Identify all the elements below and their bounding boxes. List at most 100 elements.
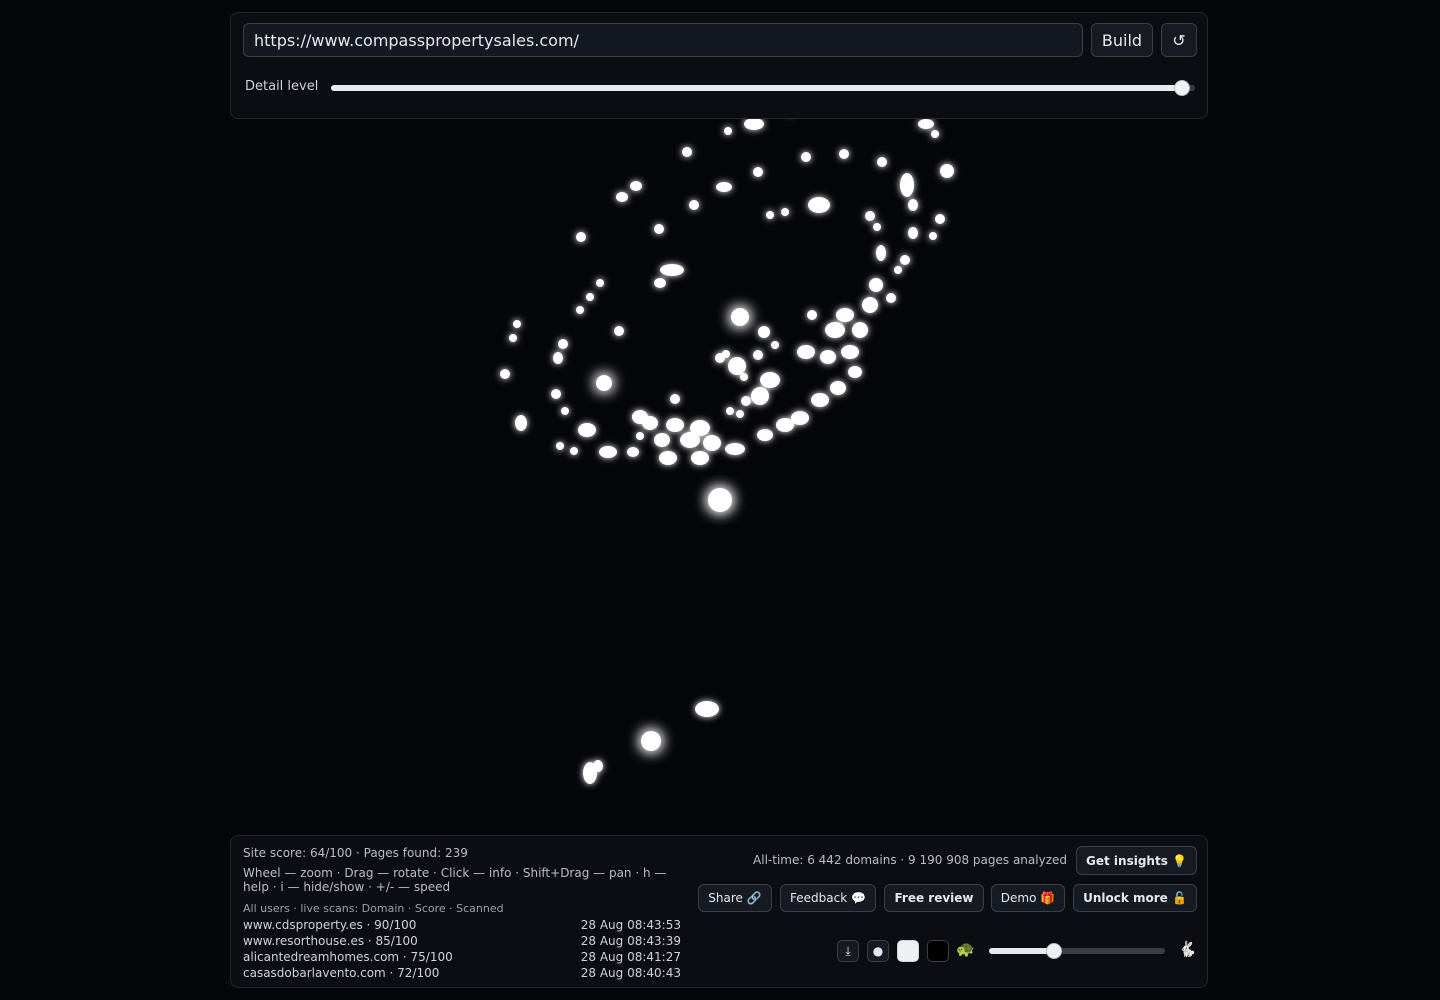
- graph-node[interactable]: [627, 447, 639, 457]
- dot-mode-icon[interactable]: ●: [867, 940, 889, 962]
- free-review-button[interactable]: Free review: [884, 884, 984, 912]
- graph-node[interactable]: [865, 211, 875, 221]
- graph-node[interactable]: [666, 418, 684, 432]
- graph-node[interactable]: [751, 387, 769, 405]
- graph-node[interactable]: [553, 352, 563, 364]
- graph-node[interactable]: [722, 350, 730, 358]
- graph-node[interactable]: [758, 326, 770, 338]
- graph-node[interactable]: [599, 446, 617, 458]
- graph-node[interactable]: [940, 164, 954, 178]
- demo-button[interactable]: Demo 🎁: [991, 884, 1065, 912]
- graph-node[interactable]: [614, 326, 624, 336]
- graph-node[interactable]: [929, 232, 937, 240]
- graph-node[interactable]: [753, 350, 763, 360]
- graph-node[interactable]: [716, 182, 732, 192]
- download-icon[interactable]: ⤓: [837, 940, 859, 962]
- graph-node[interactable]: [830, 381, 846, 395]
- graph-node[interactable]: [781, 208, 789, 216]
- graph-node[interactable]: [877, 157, 887, 167]
- graph-node[interactable]: [616, 192, 628, 202]
- graph-node[interactable]: [807, 310, 817, 320]
- graph-node[interactable]: [680, 432, 700, 448]
- graph-node[interactable]: [862, 297, 878, 313]
- graph-node[interactable]: [876, 245, 886, 261]
- graph-node[interactable]: [556, 442, 564, 450]
- graph-node[interactable]: [632, 410, 648, 424]
- graph-node[interactable]: [741, 396, 751, 406]
- graph-node[interactable]: [708, 488, 732, 512]
- graph-node[interactable]: [660, 264, 684, 276]
- graph-node[interactable]: [509, 334, 517, 342]
- graph-node[interactable]: [869, 278, 883, 292]
- graph-node[interactable]: [908, 199, 918, 211]
- graph-node[interactable]: [771, 341, 779, 349]
- graph-node[interactable]: [659, 451, 677, 465]
- graph-node[interactable]: [766, 211, 774, 219]
- unlock-more-button[interactable]: Unlock more 🔓: [1073, 884, 1197, 912]
- speed-slider[interactable]: [989, 948, 1165, 954]
- graph-node[interactable]: [682, 147, 692, 157]
- graph-node[interactable]: [820, 350, 836, 364]
- graph-node[interactable]: [593, 760, 603, 772]
- live-scans-list[interactable]: www.cdsproperty.es · 90/100 28 Aug 08:43:…: [243, 918, 681, 980]
- graph-node[interactable]: [513, 320, 521, 328]
- get-insights-button[interactable]: Get insights 💡: [1076, 846, 1197, 875]
- reset-icon[interactable]: ↺: [1161, 23, 1197, 57]
- graph-node[interactable]: [641, 731, 661, 751]
- graph-node[interactable]: [841, 345, 859, 359]
- graph-node[interactable]: [753, 167, 763, 177]
- graph-node[interactable]: [726, 407, 734, 415]
- graph-node[interactable]: [900, 173, 914, 197]
- graph-node[interactable]: [740, 373, 748, 381]
- graph-node[interactable]: [931, 130, 939, 138]
- graph-node[interactable]: [724, 127, 732, 135]
- graph-node[interactable]: [596, 279, 604, 287]
- graph-node[interactable]: [776, 418, 794, 432]
- graph-node[interactable]: [797, 345, 815, 359]
- graph-node[interactable]: [636, 432, 644, 440]
- graph-node[interactable]: [576, 232, 586, 242]
- graph-node[interactable]: [728, 357, 746, 375]
- graph-node[interactable]: [848, 366, 862, 378]
- dark-theme-swatch[interactable]: [927, 940, 949, 962]
- graph-node[interactable]: [736, 410, 744, 418]
- graph-node[interactable]: [596, 375, 612, 391]
- detail-level-slider[interactable]: [331, 85, 1195, 91]
- graph-node[interactable]: [561, 407, 569, 415]
- graph-node[interactable]: [731, 308, 749, 326]
- light-theme-swatch[interactable]: [897, 940, 919, 962]
- graph-node[interactable]: [873, 223, 881, 231]
- detail-level-slider-handle[interactable]: [1174, 80, 1191, 96]
- graph-node[interactable]: [703, 435, 721, 451]
- graph-node[interactable]: [578, 423, 596, 437]
- graph-node[interactable]: [918, 119, 934, 129]
- graph-node[interactable]: [654, 278, 666, 288]
- graph-node[interactable]: [695, 701, 719, 717]
- graph-node[interactable]: [808, 197, 830, 213]
- graph-node[interactable]: [852, 322, 868, 338]
- graph-node[interactable]: [570, 447, 578, 455]
- graph-node[interactable]: [839, 149, 849, 159]
- graph-node[interactable]: [744, 118, 764, 130]
- graph-node[interactable]: [757, 429, 773, 441]
- graph-node[interactable]: [894, 266, 902, 274]
- graph-node[interactable]: [836, 308, 854, 322]
- graph-node[interactable]: [900, 255, 910, 265]
- graph-node[interactable]: [654, 224, 664, 234]
- graph-node[interactable]: [935, 214, 945, 224]
- graph-node[interactable]: [825, 322, 845, 338]
- share-button[interactable]: Share 🔗: [698, 884, 772, 912]
- graph-node[interactable]: [586, 293, 594, 301]
- graph-node[interactable]: [630, 181, 642, 191]
- graph-node[interactable]: [551, 389, 561, 399]
- graph-node[interactable]: [908, 227, 918, 239]
- graph-node[interactable]: [500, 369, 510, 379]
- url-input[interactable]: [243, 23, 1083, 57]
- graph-node[interactable]: [811, 393, 829, 407]
- graph-node[interactable]: [725, 443, 745, 455]
- graph-node[interactable]: [691, 451, 709, 465]
- graph-node[interactable]: [689, 200, 699, 210]
- graph-node[interactable]: [558, 339, 568, 349]
- feedback-button[interactable]: Feedback 💬: [780, 884, 876, 912]
- graph-node[interactable]: [670, 394, 680, 404]
